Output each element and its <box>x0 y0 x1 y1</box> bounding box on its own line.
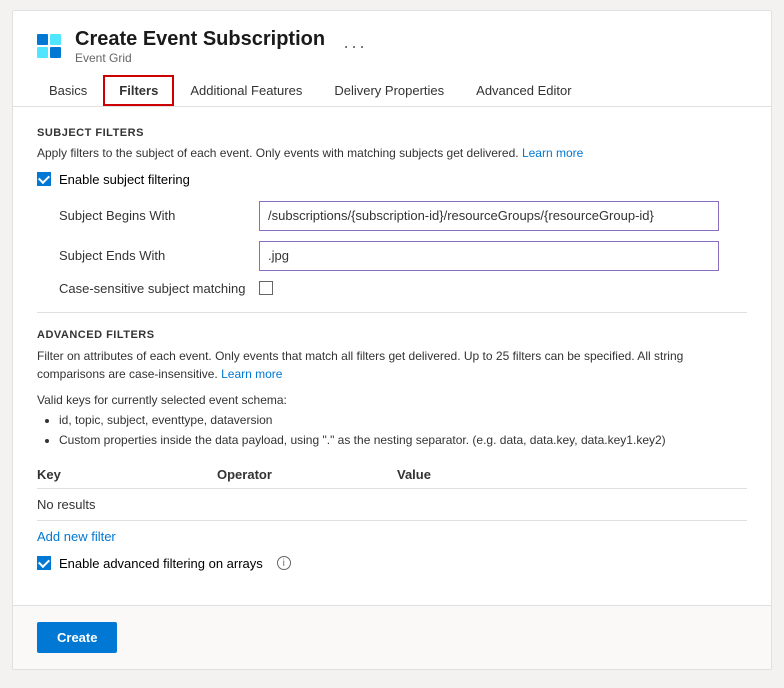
tab-bar: Basics Filters Additional Features Deliv… <box>33 75 751 106</box>
filters-table-body: No results <box>37 489 747 521</box>
enable-advanced-filtering-label: Enable advanced filtering on arrays <box>59 556 263 571</box>
advanced-filters-title: ADVANCED FILTERS <box>37 329 747 341</box>
no-results-message: No results <box>37 497 747 512</box>
begins-with-label: Subject Begins With <box>59 208 259 223</box>
case-sensitive-row: Case-sensitive subject matching <box>37 281 747 296</box>
advanced-filters-learn-more[interactable]: Learn more <box>221 367 282 381</box>
valid-keys-section: Valid keys for currently selected event … <box>37 391 747 449</box>
tab-filters[interactable]: Filters <box>103 75 174 106</box>
ends-with-row: Subject Ends With <box>37 241 747 271</box>
col-value: Value <box>397 467 747 482</box>
valid-keys-intro: Valid keys for currently selected event … <box>37 391 747 409</box>
page-subtitle: Event Grid <box>75 51 325 65</box>
begins-with-row: Subject Begins With <box>37 201 747 231</box>
case-sensitive-checkbox[interactable] <box>259 281 273 295</box>
begins-with-input[interactable] <box>259 201 719 231</box>
section-divider <box>37 312 747 313</box>
page-title: Create Event Subscription <box>75 27 325 51</box>
add-new-filter-link[interactable]: Add new filter <box>37 529 116 544</box>
tab-advanced-editor[interactable]: Advanced Editor <box>460 75 587 106</box>
subject-filters-learn-more[interactable]: Learn more <box>522 146 583 160</box>
page-footer: Create <box>13 605 771 669</box>
valid-keys-item-2: Custom properties inside the data payloa… <box>59 431 747 449</box>
tab-basics[interactable]: Basics <box>33 75 103 106</box>
enable-advanced-filtering-info-icon[interactable]: i <box>277 556 291 570</box>
ends-with-label: Subject Ends With <box>59 248 259 263</box>
create-button[interactable]: Create <box>37 622 117 653</box>
enable-subject-filtering-checkbox[interactable] <box>37 172 51 186</box>
advanced-filters-desc: Filter on attributes of each event. Only… <box>37 347 747 383</box>
col-operator: Operator <box>217 467 397 482</box>
event-grid-icon <box>33 30 65 62</box>
main-container: Create Event Subscription Event Grid ···… <box>12 10 772 670</box>
col-key: Key <box>37 467 217 482</box>
enable-subject-filtering-label: Enable subject filtering <box>59 172 190 187</box>
page-header: Create Event Subscription Event Grid ···… <box>13 11 771 107</box>
case-sensitive-label: Case-sensitive subject matching <box>59 281 259 296</box>
enable-advanced-filtering-checkbox[interactable] <box>37 556 51 570</box>
advanced-filters-section: ADVANCED FILTERS Filter on attributes of… <box>37 329 747 571</box>
ends-with-input[interactable] <box>259 241 719 271</box>
subject-filters-section: SUBJECT FILTERS Apply filters to the sub… <box>37 127 747 296</box>
valid-keys-item-1: id, topic, subject, eventtype, dataversi… <box>59 411 747 429</box>
subject-filters-desc: Apply filters to the subject of each eve… <box>37 145 747 162</box>
header-title-block: Create Event Subscription Event Grid <box>75 27 325 65</box>
tab-additional-features[interactable]: Additional Features <box>174 75 318 106</box>
valid-keys-list: id, topic, subject, eventtype, dataversi… <box>37 411 747 449</box>
tab-delivery-properties[interactable]: Delivery Properties <box>318 75 460 106</box>
enable-subject-filtering-row: Enable subject filtering <box>37 172 747 187</box>
filters-table-header: Key Operator Value <box>37 461 747 489</box>
enable-advanced-filtering-row: Enable advanced filtering on arrays i <box>37 556 747 571</box>
header-top: Create Event Subscription Event Grid ··· <box>33 27 751 65</box>
header-menu-button[interactable]: ··· <box>343 36 367 57</box>
subject-filters-title: SUBJECT FILTERS <box>37 127 747 139</box>
main-content: SUBJECT FILTERS Apply filters to the sub… <box>13 107 771 605</box>
